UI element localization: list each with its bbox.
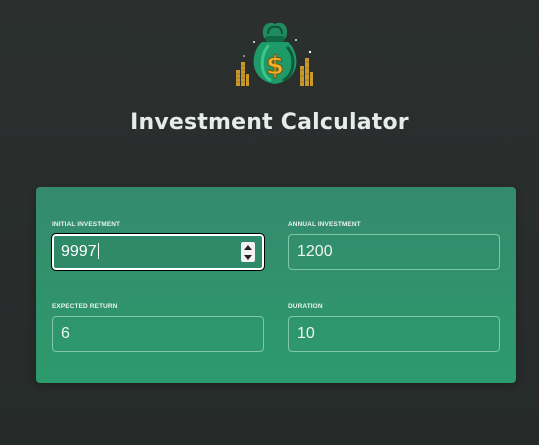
initial-investment-value: 9997 [61, 243, 97, 260]
duration-label: DURATION [288, 303, 323, 310]
number-spinner[interactable] [241, 242, 255, 262]
svg-text:$: $ [266, 51, 284, 81]
duration-group: DURATION 10 [288, 303, 500, 352]
app-logo: $ [232, 18, 318, 88]
initial-investment-group: INITIAL INVESTMENT 9997 [51, 221, 265, 271]
annual-investment-value: 1200 [297, 243, 333, 260]
expected-return-group: EXPECTED RETURN 6 [52, 303, 264, 352]
initial-investment-label: INITIAL INVESTMENT [52, 221, 121, 228]
page-title: Investment Calculator [130, 110, 409, 135]
expected-return-label: EXPECTED RETURN [52, 303, 118, 310]
money-bag-dollar-icon: $ [236, 22, 313, 86]
duration-input[interactable]: 10 [288, 316, 500, 352]
initial-investment-input[interactable]: 9997 [51, 233, 265, 271]
expected-return-input[interactable]: 6 [52, 316, 264, 352]
duration-value: 10 [297, 325, 315, 342]
increment-arrow-icon[interactable] [244, 244, 252, 250]
expected-return-value: 6 [61, 325, 70, 342]
calculator-form: INITIAL INVESTMENT 9997 ANNUAL INVESTMEN… [36, 187, 516, 383]
decrement-arrow-icon[interactable] [244, 254, 252, 260]
annual-investment-input[interactable]: 1200 [288, 234, 500, 270]
annual-investment-label: ANNUAL INVESTMENT [288, 221, 361, 228]
text-caret [97, 243, 99, 259]
annual-investment-group: ANNUAL INVESTMENT 1200 [288, 221, 500, 270]
